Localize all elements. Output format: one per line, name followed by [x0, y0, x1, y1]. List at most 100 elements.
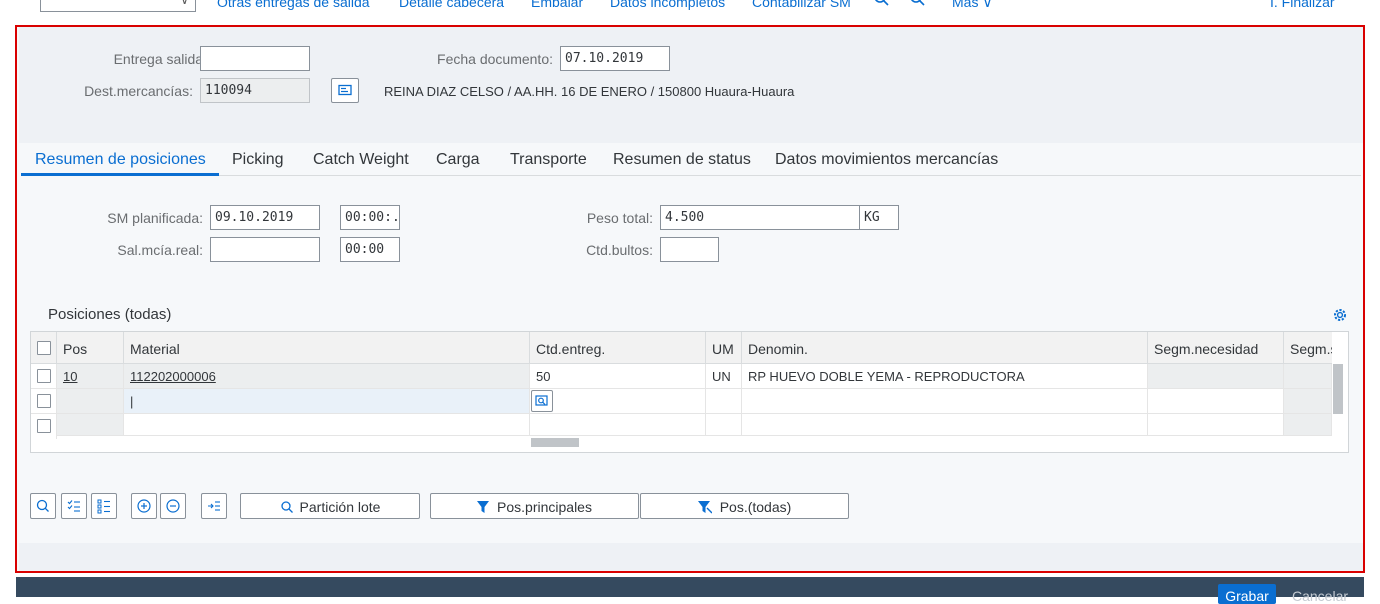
search-icon[interactable]: [873, 0, 889, 10]
planned-gi-date-input[interactable]: 09.10.2019: [210, 205, 320, 230]
zoom-icon: [36, 499, 49, 512]
material-link[interactable]: 112202000006: [130, 369, 216, 384]
row-checkbox[interactable]: [37, 419, 51, 433]
row-checkbox[interactable]: [37, 394, 51, 408]
save-button[interactable]: Grabar: [1218, 584, 1276, 604]
planned-gi-label: SM planificada:: [107, 210, 203, 226]
packages-label: Ctd.bultos:: [586, 242, 653, 258]
doc-date-input[interactable]: 07.10.2019: [560, 46, 670, 71]
tab-item-overview[interactable]: Resumen de posiciones: [35, 151, 206, 169]
ship-to-label: Dest.mercancías:: [84, 83, 193, 99]
address-card-button[interactable]: [331, 78, 359, 103]
table-row-select: [31, 389, 57, 414]
active-tab-indicator: [21, 173, 219, 176]
main-items-button[interactable]: Pos.principales: [430, 493, 639, 519]
all-items-button[interactable]: Pos.(todas): [640, 493, 849, 519]
variant-dropdown[interactable]: ∨: [40, 0, 196, 12]
tab-status-overview[interactable]: Resumen de status: [613, 151, 751, 169]
column-header-um[interactable]: UM: [706, 332, 742, 364]
select-all-button[interactable]: [61, 493, 87, 519]
table-cell-segment: [1148, 414, 1284, 436]
column-header-segment[interactable]: Segm.necesidad: [1148, 332, 1284, 364]
top-toolbar: ∨ Otras entregas de salida Detalle cabec…: [0, 0, 1380, 14]
toolbar-post-gi[interactable]: Contabilizar SM: [752, 0, 851, 10]
value-help-icon: [535, 395, 548, 406]
toolbar-pack[interactable]: Embalar: [531, 0, 583, 10]
toolbar-more-label: Más: [952, 0, 979, 10]
table-cell-segment: [1148, 389, 1284, 414]
horizontal-scrollbar[interactable]: [531, 438, 579, 447]
table-cell-segment-s: [1284, 364, 1332, 389]
table-cell-segment: [1148, 364, 1284, 389]
toolbar-header-detail[interactable]: Detalle cabecera: [399, 0, 504, 10]
tab-picking[interactable]: Picking: [232, 151, 284, 169]
table-cell-material: 112202000006: [124, 364, 530, 389]
row-checkbox[interactable]: [37, 369, 51, 383]
table-cell-um: UN: [706, 364, 742, 389]
tab-transport[interactable]: Transporte: [510, 151, 587, 169]
table-cell-quantity[interactable]: 50: [530, 364, 706, 389]
gear-icon[interactable]: [1332, 307, 1348, 323]
add-row-button[interactable]: [131, 493, 157, 519]
table-cell-quantity[interactable]: [530, 389, 706, 414]
value-help-button[interactable]: [531, 390, 553, 412]
tab-loading[interactable]: Carga: [436, 151, 480, 169]
search-plus-icon[interactable]: [909, 0, 925, 10]
chevron-down-icon: ∨: [180, 0, 189, 7]
expand-button[interactable]: [201, 493, 227, 519]
list-icon: [97, 499, 110, 514]
material-input[interactable]: |: [124, 389, 530, 414]
toolbar-other-deliveries[interactable]: Otras entregas de salida: [217, 0, 370, 10]
table-cell-material[interactable]: [124, 414, 530, 436]
table-cell-um: [706, 414, 742, 436]
column-header-segment-s[interactable]: Segm.s: [1284, 332, 1332, 364]
vertical-scrollbar[interactable]: [1333, 364, 1343, 414]
deselect-all-button[interactable]: [91, 493, 117, 519]
tab-catch-weight[interactable]: Catch Weight: [313, 151, 409, 169]
ship-to-input: 110094: [200, 78, 310, 103]
total-weight-label: Peso total:: [586, 210, 653, 226]
toolbar-finish[interactable]: I. Finalizar: [1270, 0, 1335, 10]
search-icon: [280, 501, 293, 513]
actual-gi-date-input[interactable]: [210, 237, 320, 262]
actual-gi-time-input[interactable]: 00:00: [340, 237, 400, 262]
total-weight-input[interactable]: 4.500: [660, 205, 860, 230]
delivery-input[interactable]: [200, 46, 310, 71]
table-cell-description: [742, 414, 1148, 436]
tab-goods-movement-data[interactable]: Datos movimientos mercancías: [775, 151, 998, 169]
column-header-quantity[interactable]: Ctd.entreg.: [530, 332, 706, 364]
remove-row-button[interactable]: [160, 493, 186, 519]
column-header-description[interactable]: Denomin.: [742, 332, 1148, 364]
table-cell-um: [706, 389, 742, 414]
batch-split-label: Partición lote: [299, 499, 381, 515]
table-row-select: [31, 414, 57, 439]
filter-icon: [477, 501, 490, 513]
toolbar-incomplete-data[interactable]: Datos incompletos: [610, 0, 725, 10]
address-card-icon: [338, 84, 352, 96]
select-all-checkbox[interactable]: [37, 341, 51, 355]
ship-to-address: REINA DIAZ CELSO / AA.HH. 16 DE ENERO / …: [384, 84, 795, 99]
doc-date-label: Fecha documento:: [437, 51, 553, 67]
table-cell-segment-s: [1284, 414, 1332, 436]
column-header-material[interactable]: Material: [124, 332, 530, 364]
bottom-strip: [19, 543, 1363, 571]
footer-bar: Grabar Cancelar: [16, 577, 1364, 604]
main-frame: Entrega salida: Fecha documento: 07.10.2…: [15, 25, 1365, 573]
clear-filter-icon: [697, 501, 713, 514]
add-circle-icon: [137, 499, 151, 513]
table-row-select: [31, 364, 57, 389]
table-cell-quantity[interactable]: [530, 414, 706, 436]
table-cell-description: RP HUEVO DOBLE YEMA - REPRODUCTORA: [742, 364, 1148, 389]
select-all-header: [31, 332, 57, 364]
zoom-button[interactable]: [30, 493, 56, 519]
cancel-button[interactable]: Cancelar: [1292, 588, 1348, 604]
toolbar-more[interactable]: Más ∨: [952, 0, 993, 11]
column-header-pos[interactable]: Pos: [57, 332, 124, 364]
weight-unit-input[interactable]: KG: [859, 205, 899, 230]
all-items-label: Pos.(todas): [719, 499, 792, 515]
batch-split-button[interactable]: Partición lote: [240, 493, 420, 519]
packages-input[interactable]: [660, 237, 719, 262]
pos-link[interactable]: 10: [63, 369, 77, 384]
planned-gi-time-input[interactable]: 00:00:..: [340, 205, 400, 230]
indent-icon: [208, 501, 220, 511]
